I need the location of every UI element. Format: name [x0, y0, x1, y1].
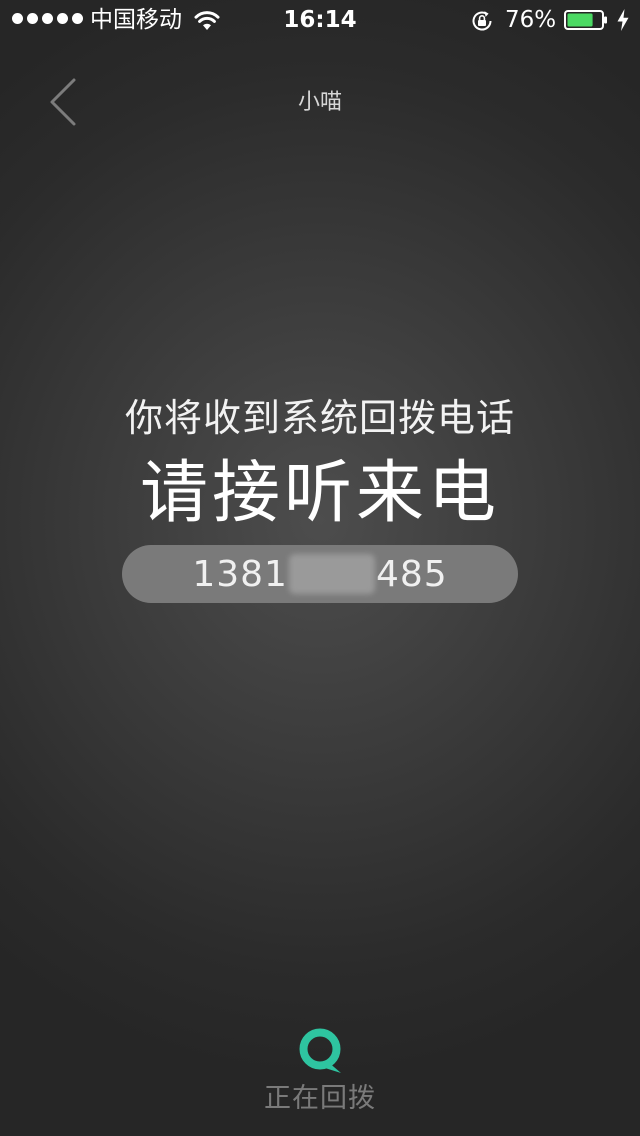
phone-number-prefix: 1381 [192, 553, 288, 595]
page-title: 小喵 [297, 90, 342, 115]
battery-percent: 76% [505, 7, 557, 33]
callback-screen: 中国移动 16:14 76% 小喵 你将收到系统回拨电话 请接听来电 1381 … [0, 0, 640, 1136]
battery-fill [567, 13, 593, 27]
callback-status: 正在回拨 [264, 1083, 376, 1114]
rotation-lock-icon [472, 11, 492, 31]
battery-icon [564, 10, 607, 30]
answer-call-prompt: 请接听来电 [139, 454, 500, 533]
app-logo-icon [299, 1028, 341, 1073]
status-bar: 中国移动 16:14 76% [0, 0, 640, 40]
phone-number-blur [288, 554, 375, 594]
phone-number-suffix: 485 [375, 553, 448, 595]
phone-number-badge: 1381 485 [122, 545, 518, 603]
charging-icon [617, 9, 629, 31]
callback-notice: 你将收到系统回拨电话 [124, 396, 515, 440]
